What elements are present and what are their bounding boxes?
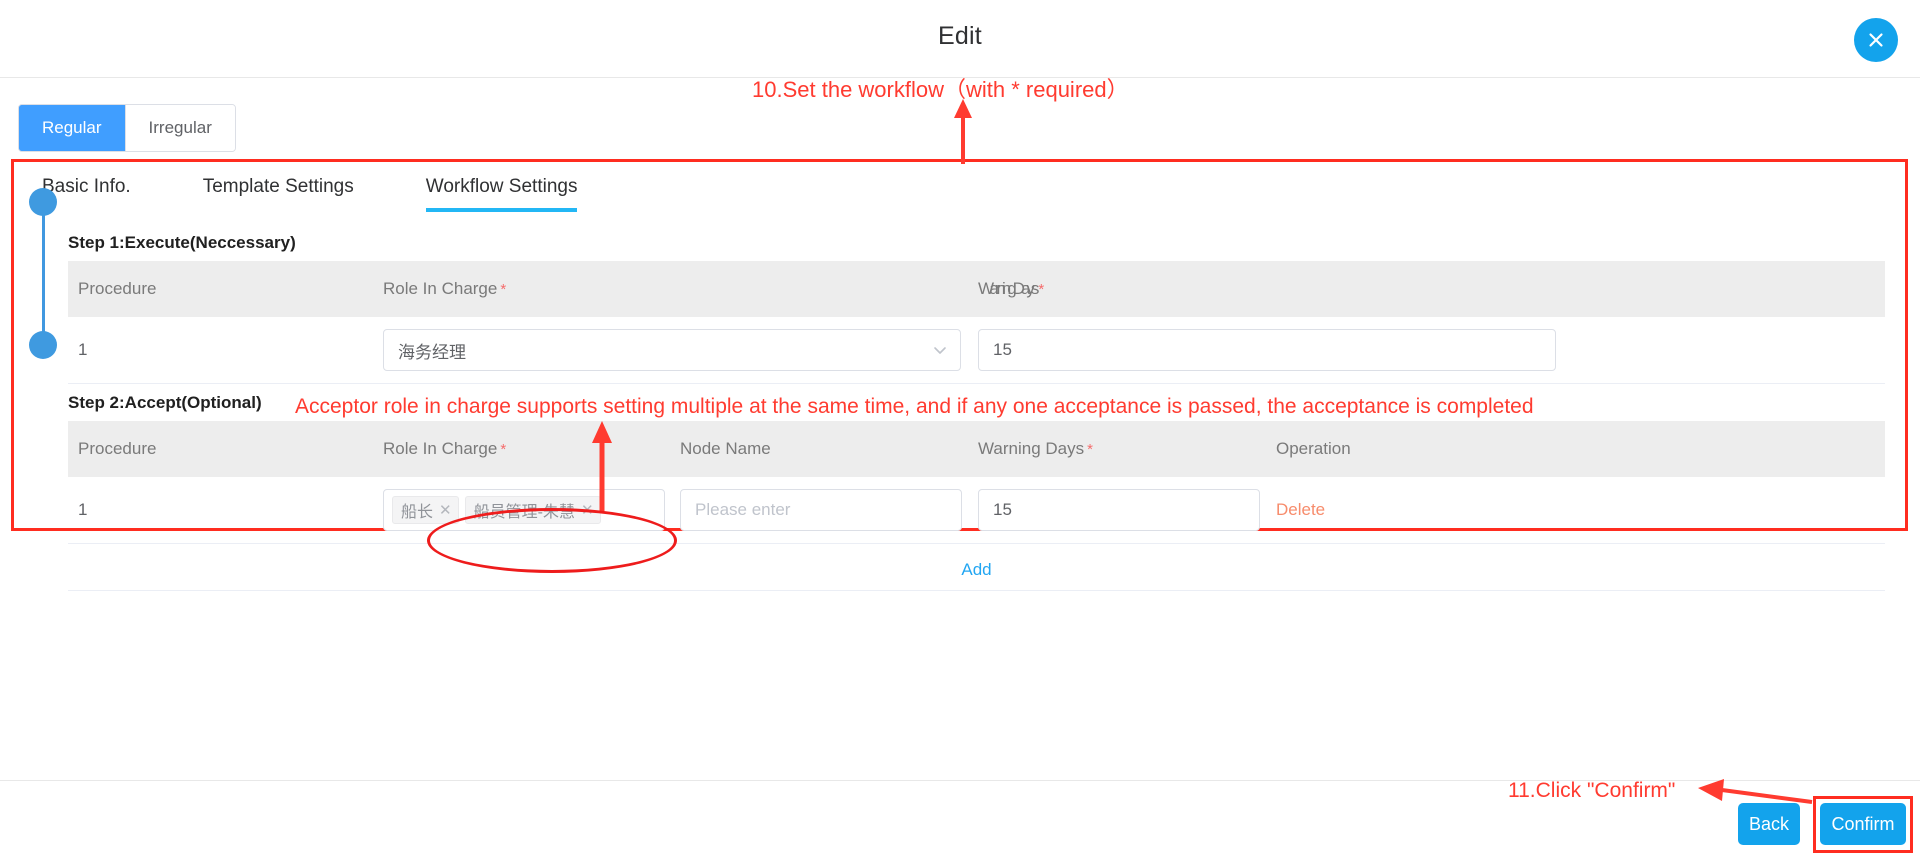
step2-table: Procedure Role In Charge * Node Name Warn… [68, 421, 1885, 544]
step1-warning-days-value: 15 [993, 340, 1012, 359]
step1-role-select-value: 海务经理 [398, 342, 466, 362]
step2-col-operation: Operation [1266, 421, 1885, 477]
required-asterisk: * [500, 441, 507, 458]
step2-col-operation-label: Operation [1276, 439, 1351, 458]
step2-title: Step 2:Accept(Optional) [68, 393, 262, 412]
step2-cell-warning-days: 15 [968, 477, 1266, 544]
step2-col-warning-days: Warning Days * [968, 421, 1266, 477]
step2-procedure-value: 1 [78, 500, 88, 519]
tab-basic-info[interactable]: Basic Info. [42, 176, 131, 212]
step2-header-row: Procedure Role In Charge * Node Name Warn… [68, 421, 1885, 477]
back-button[interactable]: Back [1738, 803, 1800, 845]
step2-node-name-placeholder: Please enter [695, 500, 791, 519]
required-asterisk: * [500, 281, 507, 298]
role-tag-label: 船长 [401, 504, 434, 521]
dialog-header: Edit [0, 0, 1920, 78]
workflow-timeline [29, 188, 57, 508]
step2-col-node-name: Node Name [670, 421, 968, 477]
workflow-settings-panel: Basic Info. Template Settings Workflow S… [11, 159, 1908, 591]
segment-irregular[interactable]: Irregular [125, 105, 235, 151]
tab-template-settings[interactable]: Template Settings [203, 176, 354, 212]
step2-col-node-name-label: Node Name [680, 439, 771, 458]
step2-node-name-input[interactable]: Please enter [680, 489, 962, 531]
tab-workflow-settings-label: Workflow Settings [425, 176, 578, 197]
role-tag[interactable]: 船长 ✕ [392, 496, 459, 524]
step1-warning-days-input[interactable]: 15 [978, 329, 1556, 371]
tag-remove-icon[interactable]: ✕ [581, 503, 594, 518]
step1-col-role: Role In Charge * [373, 261, 968, 317]
segment-regular[interactable]: Regular [19, 105, 126, 151]
step1-col-procedure-label: Procedure [78, 279, 157, 298]
segment-regular-label: Regular [42, 118, 102, 137]
required-asterisk: * [1087, 441, 1093, 458]
required-asterisk: * [1038, 281, 1045, 298]
type-segmented-control[interactable]: Regular Irregular [18, 104, 236, 152]
step1-procedure-value: 1 [78, 340, 88, 359]
step1-cell-role: 海务经理 [373, 317, 968, 384]
inner-tab-bar: Basic Info. Template Settings Workflow S… [42, 176, 1905, 224]
close-icon [1863, 27, 1889, 53]
step1-col-procedure: Procedure [68, 261, 373, 317]
step1-title: Step 1:Execute(Neccessary) [68, 233, 296, 252]
tab-basic-info-label: Basic Info. [42, 176, 131, 197]
tag-remove-icon[interactable]: ✕ [439, 503, 452, 518]
dialog-footer: Back Confirm [0, 780, 1920, 867]
step2-role-multiselect[interactable]: 船长 ✕ 船员管理-朱慧 ✕ [383, 489, 665, 531]
step2-warning-days-value: 15 [993, 500, 1012, 519]
add-button[interactable]: Add [961, 560, 991, 579]
chevron-down-icon [932, 342, 948, 358]
steps-container: Step 1:Execute(Neccessary) Procedure Rol… [68, 224, 1885, 591]
segment-irregular-label: Irregular [148, 118, 212, 137]
delete-link[interactable]: Delete [1276, 500, 1325, 519]
timeline-dot-step2 [29, 331, 57, 359]
step1-col-warning-days-label: WarningDays [978, 279, 1039, 298]
step1-role-select[interactable]: 海务经理 [383, 329, 961, 371]
step1-header-row: Procedure Role In Charge * WarningDays * [68, 261, 1885, 317]
table-row: 1 海务经理 15 [68, 317, 1885, 384]
step2-col-warning-days-label: Warning Days [978, 439, 1085, 458]
step2-col-procedure-label: Procedure [78, 439, 157, 458]
tab-template-settings-label: Template Settings [202, 176, 354, 197]
step2-col-procedure: Procedure [68, 421, 373, 477]
step1-col-role-label: Role In Charge [383, 279, 498, 298]
step2-warning-days-input[interactable]: 15 [978, 489, 1260, 531]
role-tag[interactable]: 船员管理-朱慧 ✕ [464, 496, 601, 524]
annotation-arrow-10 [954, 99, 972, 164]
back-button-label: Back [1748, 813, 1790, 834]
step1-cell-procedure: 1 [68, 317, 373, 384]
page-title: Edit [938, 22, 982, 50]
step2-cell-role: 船长 ✕ 船员管理-朱慧 ✕ [373, 477, 670, 544]
step2-cell-operation: Delete [1266, 477, 1885, 544]
tab-workflow-settings[interactable]: Workflow Settings [425, 176, 578, 212]
step1-table: Procedure Role In Charge * WarningDays * 1 [68, 261, 1885, 384]
add-row-container: Add [68, 544, 1885, 591]
table-row: 1 船长 ✕ 船员管理-朱慧 ✕ Please enter 15 Delete [68, 477, 1885, 544]
confirm-button-label: Confirm [1831, 813, 1895, 834]
close-button[interactable] [1854, 18, 1898, 62]
edit-dialog: Edit Regular Irregular Basic Info. Templ… [0, 0, 1920, 867]
step1-col-warning-days: WarningDays * [968, 261, 1885, 317]
step2-cell-procedure: 1 [68, 477, 373, 544]
step2-cell-node-name: Please enter [670, 477, 968, 544]
confirm-button[interactable]: Confirm [1820, 803, 1906, 845]
role-tag-label: 船员管理-朱慧 [473, 504, 575, 521]
step2-col-role: Role In Charge * [373, 421, 670, 477]
step2-col-role-label: Role In Charge [383, 439, 498, 458]
step1-cell-warning-days: 15 [968, 317, 1885, 384]
